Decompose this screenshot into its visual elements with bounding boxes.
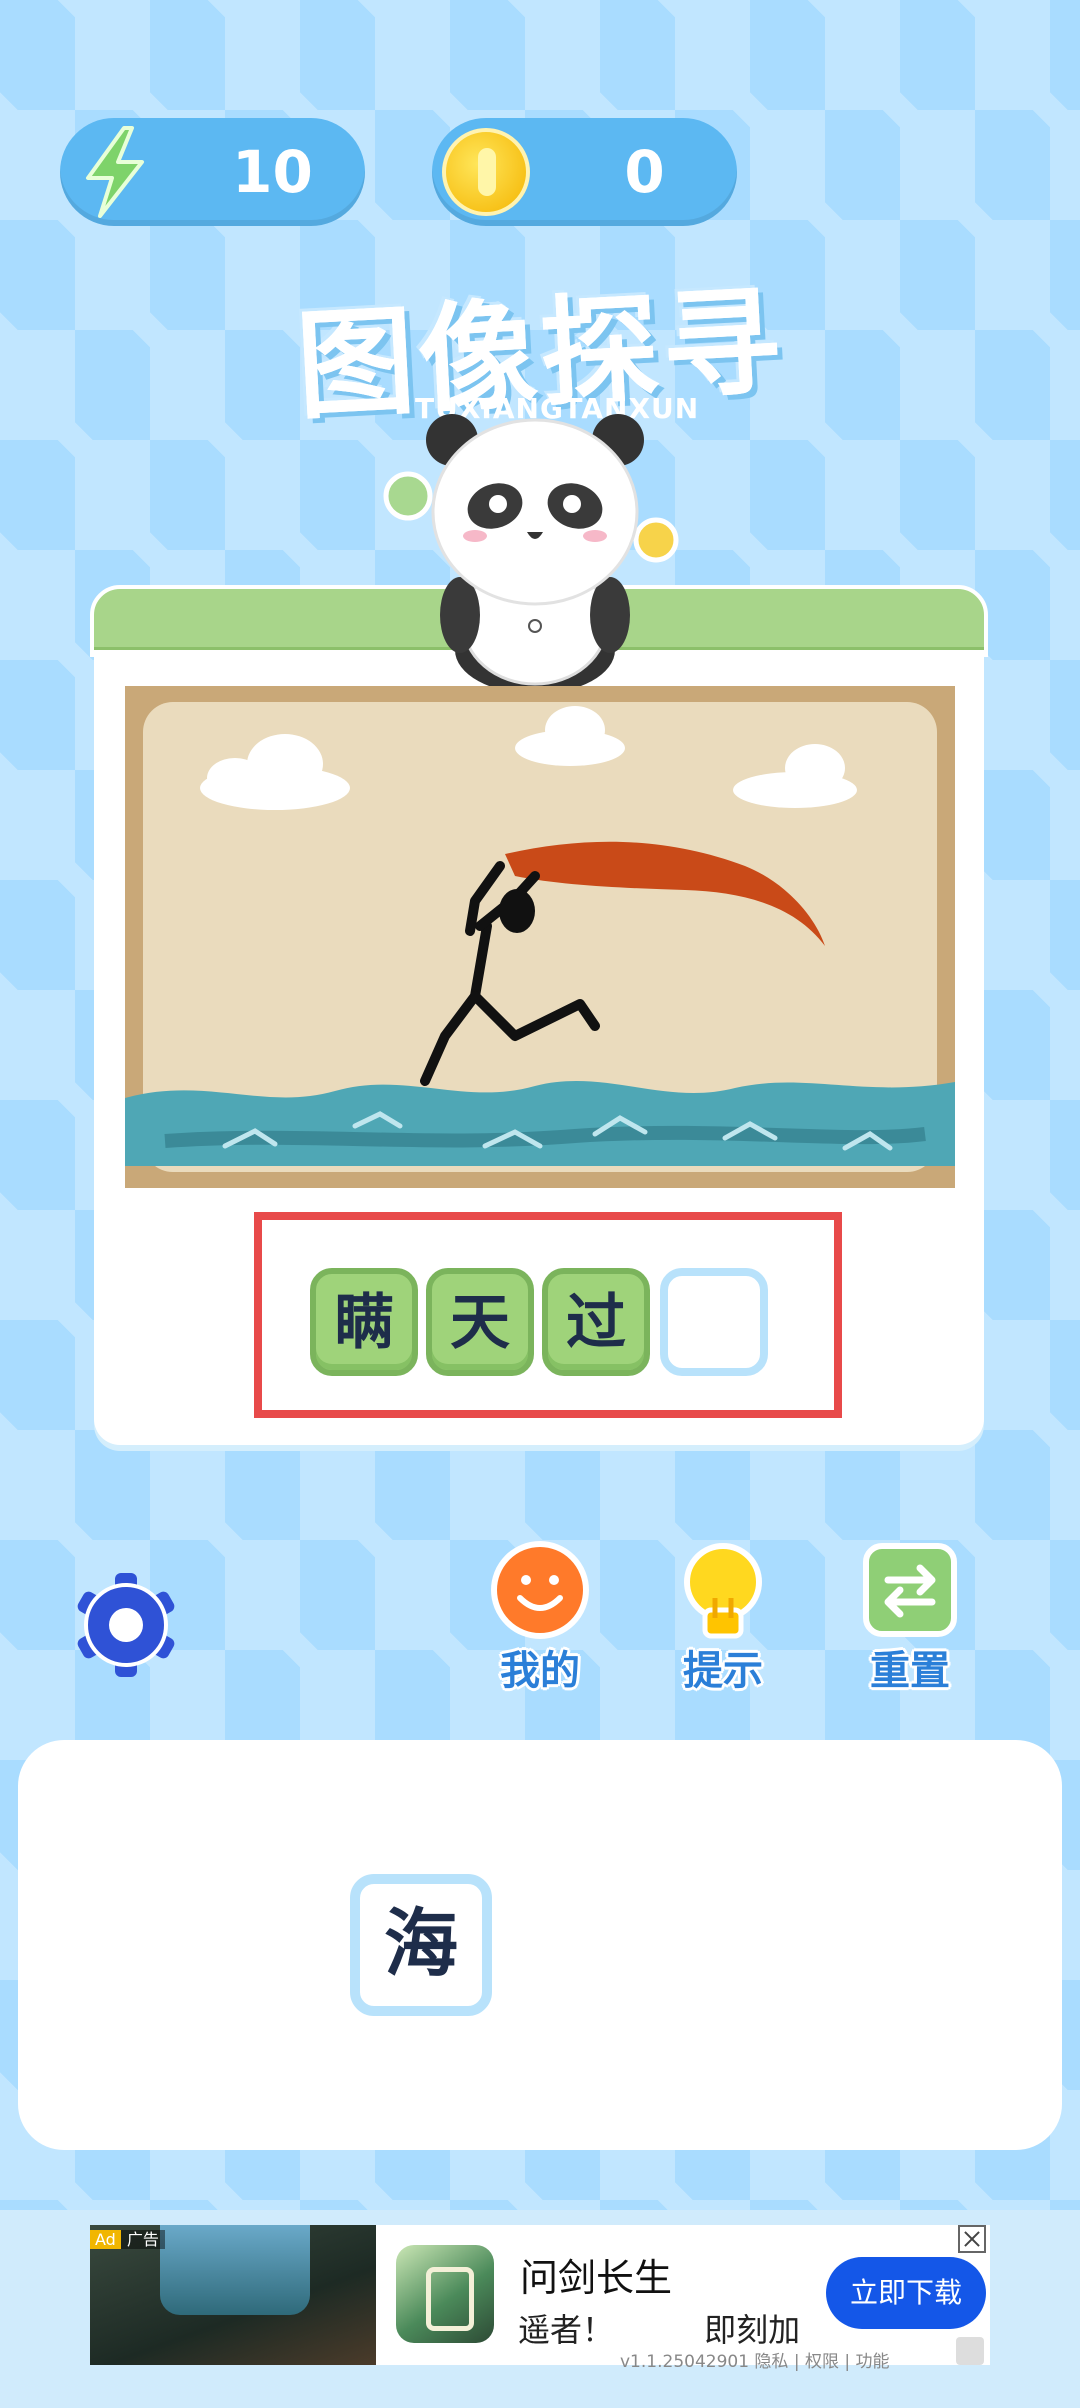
coin-value: 0: [624, 138, 665, 206]
ad-banner[interactable]: Ad 广告 问剑长生 遥者！ 即刻加 v1.1.25042901 隐私 | 权限 …: [90, 2225, 990, 2372]
ad-corner-icon: [956, 2337, 984, 2365]
hint-button[interactable]: 提示: [663, 1540, 783, 1705]
ad-badge: Ad 广告: [90, 2229, 165, 2251]
energy-counter: 10: [60, 118, 365, 226]
smiley-icon: [491, 1541, 589, 1639]
hint-label: 提示: [683, 1648, 763, 1694]
lightning-icon: [86, 126, 144, 218]
ad-title[interactable]: 问剑长生: [520, 2247, 672, 2302]
lightbulb-icon: [684, 1543, 762, 1639]
answer-slot[interactable]: 天: [426, 1268, 534, 1376]
profile-button[interactable]: 我的: [480, 1540, 600, 1705]
answer-slot-empty[interactable]: [660, 1268, 768, 1376]
ad-description: 遥者！ 即刻加: [518, 2311, 801, 2349]
answer-slot[interactable]: 过: [542, 1268, 650, 1376]
close-icon[interactable]: [958, 2225, 986, 2253]
candidate-panel: [18, 1740, 1062, 2150]
coin-counter: 0: [432, 118, 737, 226]
ad-version-text: v1.1.25042901 隐私 | 权限 | 功能: [620, 2352, 890, 2372]
reset-button[interactable]: 重置: [850, 1540, 970, 1705]
answer-slot[interactable]: 瞒: [310, 1268, 418, 1376]
download-button[interactable]: 立即下载: [826, 2257, 986, 2329]
energy-value: 10: [232, 138, 313, 206]
ad-emblem: [160, 2225, 310, 2315]
puzzle-image: [125, 686, 955, 1188]
panda-mascot: [383, 414, 679, 690]
swap-icon: [863, 1543, 957, 1637]
ad-app-icon[interactable]: [396, 2245, 494, 2343]
profile-label: 我的: [500, 1648, 580, 1694]
coin-icon: [442, 128, 530, 216]
gear-icon[interactable]: [68, 1567, 184, 1683]
candidate-tile[interactable]: 海: [350, 1874, 492, 2016]
reset-label: 重置: [870, 1648, 950, 1694]
ad-image[interactable]: Ad 广告: [90, 2225, 376, 2365]
